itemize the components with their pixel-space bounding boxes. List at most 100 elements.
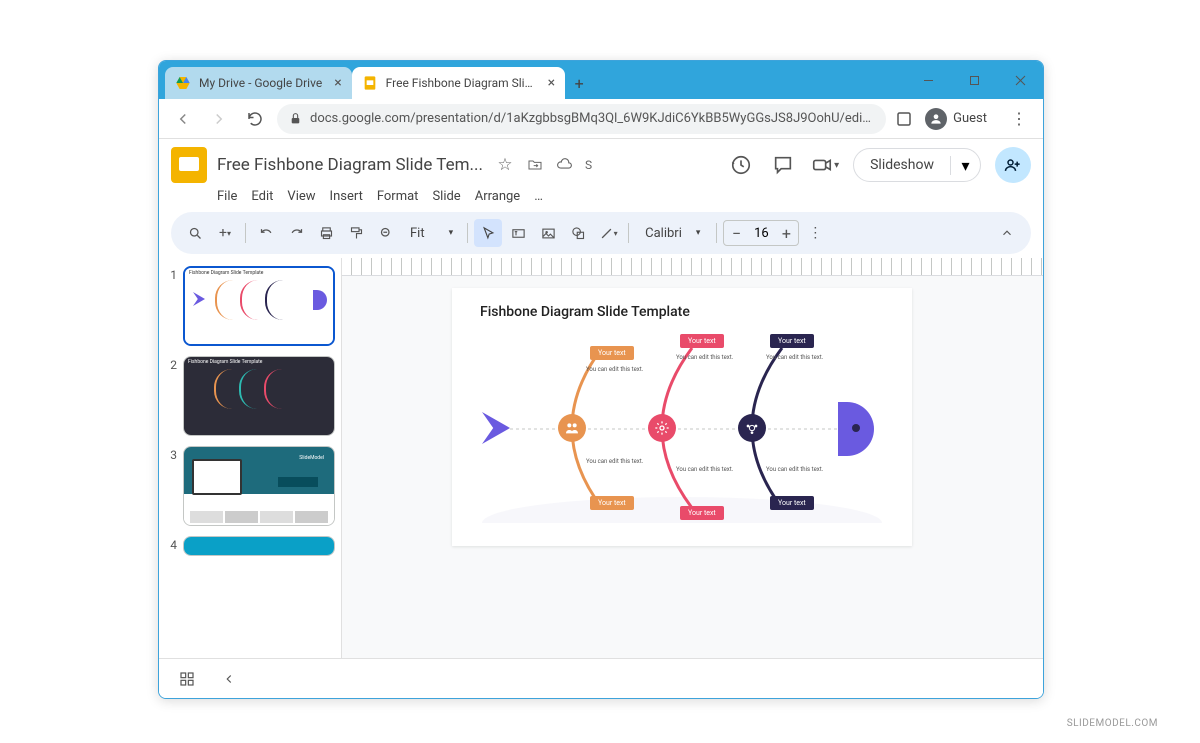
font-size-increase[interactable]: + xyxy=(774,221,798,245)
textbox-button[interactable] xyxy=(504,219,532,247)
browser-tab-drive[interactable]: My Drive - Google Drive × xyxy=(165,67,352,99)
cloud-icon[interactable] xyxy=(555,155,575,175)
branch-text[interactable]: You can edit this text. xyxy=(766,354,826,362)
guest-label: Guest xyxy=(953,111,987,126)
font-size-decrease[interactable]: − xyxy=(724,221,748,245)
slides-icon xyxy=(362,75,378,91)
meet-icon[interactable]: ▾ xyxy=(811,151,839,179)
browser-title-bar: My Drive - Google Drive × Free Fishbone … xyxy=(159,61,1043,99)
menu-format[interactable]: Format xyxy=(377,189,419,204)
url-field[interactable]: docs.google.com/presentation/d/1aKzgbbsg… xyxy=(277,104,886,134)
collapse-toolbar-button[interactable] xyxy=(993,219,1021,247)
grid-view-button[interactable] xyxy=(173,665,201,693)
branch-label-top[interactable]: Your text xyxy=(680,334,724,348)
star-icon[interactable]: ☆ xyxy=(495,155,515,175)
fishbone-branch-1[interactable]: Your text You can edit this text. You ca… xyxy=(562,348,642,508)
menu-slide[interactable]: Slide xyxy=(432,189,460,204)
gear-icon[interactable] xyxy=(648,414,676,442)
menu-view[interactable]: View xyxy=(287,189,315,204)
branch-label-top[interactable]: Your text xyxy=(590,346,634,360)
print-button[interactable] xyxy=(312,219,340,247)
doc-title-row: Free Fishbone Diagram Slide Tem... ☆ S xyxy=(217,155,592,175)
fishbone-branch-3[interactable]: Your text You can edit this text. You ca… xyxy=(742,348,822,508)
menu-more[interactable]: … xyxy=(534,189,543,204)
avatar-icon xyxy=(925,108,947,130)
select-tool-button[interactable] xyxy=(474,219,502,247)
drive-icon xyxy=(175,75,191,91)
thumb-number: 4 xyxy=(165,536,177,556)
close-window-button[interactable] xyxy=(997,61,1043,99)
zoom-icon[interactable] xyxy=(372,219,400,247)
font-size-group: − 16 + xyxy=(723,220,799,246)
more-tools-button[interactable]: ⋮ xyxy=(801,219,829,247)
branch-label-bottom[interactable]: Your text xyxy=(680,506,724,520)
branch-text[interactable]: You can edit this text. xyxy=(586,366,646,374)
forward-button[interactable] xyxy=(205,105,233,133)
maximize-button[interactable] xyxy=(951,61,997,99)
branch-label-bottom[interactable]: Your text xyxy=(770,496,814,510)
paint-format-button[interactable] xyxy=(342,219,370,247)
redo-button[interactable] xyxy=(282,219,310,247)
slide-thumbnail-1[interactable]: Fishbone Diagram Slide Template xyxy=(183,266,335,346)
branch-text[interactable]: You can edit this text. xyxy=(676,466,736,474)
menu-edit[interactable]: Edit xyxy=(251,189,273,204)
back-button[interactable] xyxy=(169,105,197,133)
move-icon[interactable] xyxy=(525,155,545,175)
font-size-value[interactable]: 16 xyxy=(748,226,774,241)
menu-file[interactable]: File xyxy=(217,189,237,204)
slideshow-button-group: Slideshow ▾ xyxy=(853,148,981,182)
branch-label-top[interactable]: Your text xyxy=(770,334,814,348)
browser-window: My Drive - Google Drive × Free Fishbone … xyxy=(158,60,1044,699)
share-button[interactable] xyxy=(995,147,1031,183)
close-icon[interactable]: × xyxy=(334,75,341,91)
fishbone-diagram[interactable]: Your text You can edit this text. You ca… xyxy=(482,348,882,513)
new-slide-button[interactable]: +▾ xyxy=(211,219,239,247)
lock-icon xyxy=(289,112,302,125)
browser-menu-button[interactable]: ⋮ xyxy=(1005,105,1033,133)
image-button[interactable] xyxy=(534,219,562,247)
slide-title[interactable]: Fishbone Diagram Slide Template xyxy=(480,304,690,320)
close-icon[interactable]: × xyxy=(548,75,555,91)
shape-button[interactable] xyxy=(564,219,592,247)
font-select[interactable]: Calibri▾ xyxy=(635,226,710,241)
slides-logo-icon[interactable] xyxy=(171,147,207,183)
canvas-area[interactable]: Fishbone Diagram Slide Template Your tex… xyxy=(341,258,1043,699)
slide-thumbnail-3[interactable]: SlideModel xyxy=(183,446,335,526)
comments-icon[interactable] xyxy=(769,151,797,179)
history-icon[interactable] xyxy=(727,151,755,179)
menu-bar: File Edit View Insert Format Slide Arran… xyxy=(159,187,1043,208)
zoom-label: Fit xyxy=(410,226,425,241)
profile-button[interactable]: Guest xyxy=(922,105,997,133)
menu-insert[interactable]: Insert xyxy=(330,189,363,204)
line-button[interactable]: ▾ xyxy=(594,219,622,247)
menu-arrange[interactable]: Arrange xyxy=(475,189,520,204)
slideshow-button[interactable]: Slideshow xyxy=(854,149,950,181)
slide-thumbnail-2[interactable]: Fishbone Diagram Slide Template xyxy=(183,356,335,436)
collapse-filmstrip-button[interactable] xyxy=(215,665,243,693)
fish-head-icon[interactable] xyxy=(838,402,874,456)
toolbar: +▾ Fit▾ ▾ Calibri▾ − 16 + ⋮ xyxy=(171,212,1031,254)
zoom-select[interactable]: Fit▾ xyxy=(402,226,461,241)
new-tab-button[interactable]: + xyxy=(565,67,593,99)
fishbone-branch-2[interactable]: Your text You can edit this text. You ca… xyxy=(652,348,732,508)
horizontal-ruler xyxy=(342,258,1043,276)
branch-label-bottom[interactable]: Your text xyxy=(590,496,634,510)
tab-title: My Drive - Google Drive xyxy=(199,76,322,90)
branch-text[interactable]: You can edit this text. xyxy=(676,354,736,362)
filmstrip[interactable]: 1 Fishbone Diagram Slide Template 2 xyxy=(159,258,341,699)
slide-canvas[interactable]: Fishbone Diagram Slide Template Your tex… xyxy=(452,288,912,546)
fish-tail-icon[interactable] xyxy=(482,412,510,444)
search-menus-icon[interactable] xyxy=(181,219,209,247)
slideshow-dropdown[interactable]: ▾ xyxy=(950,156,980,175)
undo-button[interactable] xyxy=(252,219,280,247)
slide-thumbnail-4[interactable] xyxy=(183,536,335,556)
document-title[interactable]: Free Fishbone Diagram Slide Tem... xyxy=(217,155,483,175)
branch-text[interactable]: You can edit this text. xyxy=(766,466,826,474)
reload-button[interactable] xyxy=(241,105,269,133)
people-icon[interactable] xyxy=(558,414,586,442)
target-icon[interactable] xyxy=(738,414,766,442)
browser-tab-slides[interactable]: Free Fishbone Diagram Slide Tem × xyxy=(352,67,565,99)
extensions-icon[interactable] xyxy=(894,109,914,129)
branch-text[interactable]: You can edit this text. xyxy=(586,458,646,466)
minimize-button[interactable] xyxy=(905,61,951,99)
